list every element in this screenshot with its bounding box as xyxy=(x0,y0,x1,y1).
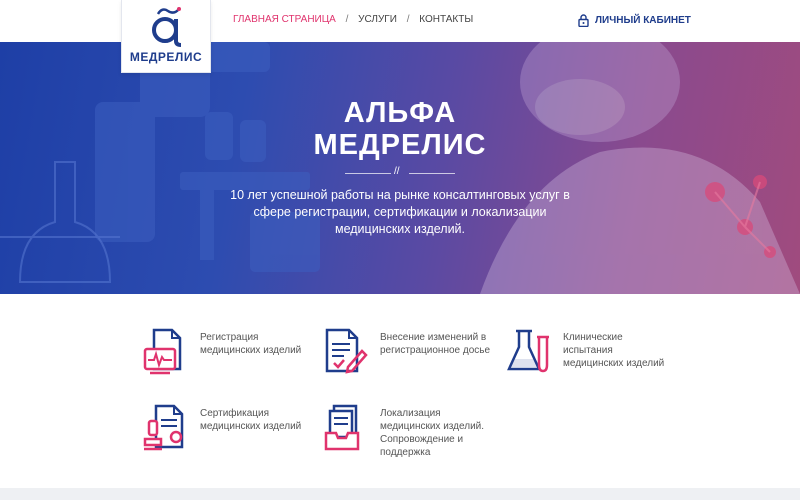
service-clinical-trials[interactable]: Клинические испытания медицинских издели… xyxy=(505,327,673,377)
logo[interactable]: МЕДРЕЛИС xyxy=(121,0,211,73)
personal-cabinet-link[interactable]: ЛИЧНЫЙ КАБИНЕТ xyxy=(578,12,691,28)
nav-separator: / xyxy=(345,14,349,25)
service-certification[interactable]: Сертификация медицинских изделий xyxy=(142,403,315,453)
lock-icon xyxy=(578,13,589,27)
certificate-stamp-icon xyxy=(143,404,184,451)
document-chart-icon xyxy=(143,328,182,375)
hero-title-line2: МЕДРЕЛИС xyxy=(313,129,487,161)
service-registration[interactable]: Регистрация медицинских изделий xyxy=(142,327,315,377)
document-tray-icon xyxy=(324,404,360,451)
divider-mark: // xyxy=(394,166,400,177)
service-changes[interactable]: Внесение изменений в регистрационное дос… xyxy=(322,327,505,377)
logo-mark-icon xyxy=(152,7,182,47)
service-label: Регистрация медицинских изделий xyxy=(200,332,302,356)
main-nav: ГЛАВНАЯ СТРАНИЦА / УСЛУГИ / КОНТАКТЫ xyxy=(233,14,473,25)
service-label: Локализация медицинских изделий. Сопрово… xyxy=(380,408,485,458)
title-divider: // xyxy=(345,166,455,178)
service-label: Внесение изменений в регистрационное дос… xyxy=(380,332,491,356)
header: ГЛАВНАЯ СТРАНИЦА / УСЛУГИ / КОНТАКТЫ ЛИЧ… xyxy=(0,0,800,42)
personal-cabinet-label: ЛИЧНЫЙ КАБИНЕТ xyxy=(595,14,691,26)
hero-title-line1: АЛЬФА xyxy=(343,97,457,129)
hero-banner: АЛЬФА МЕДРЕЛИС // 10 лет успешной работы… xyxy=(0,42,800,294)
nav-separator: / xyxy=(406,14,410,25)
nav-services[interactable]: УСЛУГИ xyxy=(358,14,397,25)
footer-strip xyxy=(0,488,800,500)
nav-home[interactable]: ГЛАВНАЯ СТРАНИЦА xyxy=(233,14,336,25)
flask-icon xyxy=(507,329,549,373)
hero-subtitle: 10 лет успешной работы на рынке консалти… xyxy=(230,188,570,236)
document-edit-icon xyxy=(325,328,368,374)
service-label: Сертификация медицинских изделий xyxy=(200,408,302,432)
service-localization[interactable]: Локализация медицинских изделий. Сопрово… xyxy=(322,403,495,459)
logo-text: МЕДРЕЛИС xyxy=(129,50,203,64)
service-label: Клинические испытания медицинских издели… xyxy=(563,332,665,369)
hero-title: АЛЬФА МЕДРЕЛИС xyxy=(0,97,800,161)
nav-contacts[interactable]: КОНТАКТЫ xyxy=(419,14,473,25)
